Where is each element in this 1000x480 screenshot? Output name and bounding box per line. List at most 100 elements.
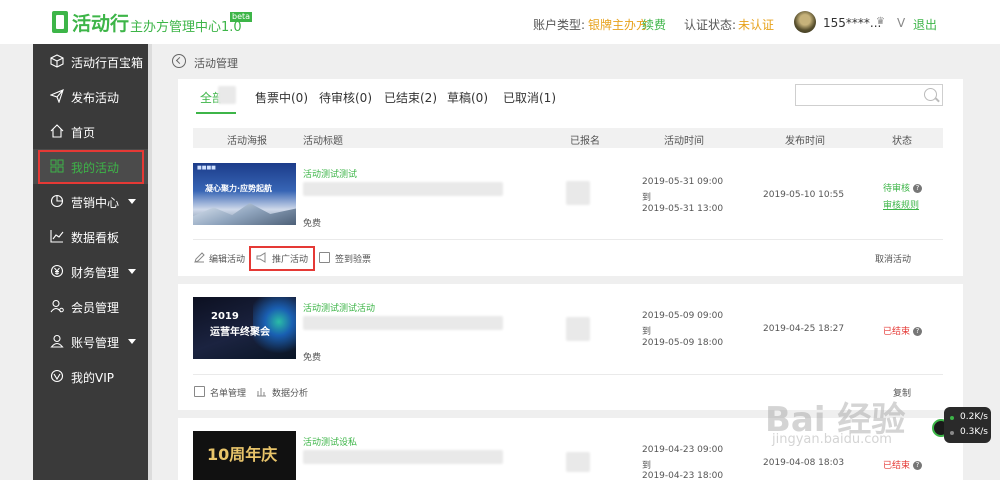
- sidebar-item-account[interactable]: 账号管理: [33, 324, 148, 359]
- event-poster[interactable]: 10周年庆: [193, 431, 296, 480]
- search-input[interactable]: [795, 84, 943, 106]
- sidebar-item-vip[interactable]: 我的VIP: [33, 359, 148, 394]
- redacted-registered: [566, 452, 590, 472]
- poster-headline: 运营年终聚会: [210, 327, 270, 338]
- event-title[interactable]: 活动测试设私: [303, 435, 357, 448]
- sidebar-item-home[interactable]: 首页: [33, 114, 148, 149]
- sidebar-item-members[interactable]: 会员管理: [33, 289, 148, 324]
- col-status: 状态: [892, 136, 912, 147]
- sidebar-item-toolbox[interactable]: 活动行百宝箱: [33, 44, 148, 79]
- poster-year: 2019: [211, 311, 239, 322]
- logo-title[interactable]: 活动行: [72, 9, 129, 36]
- tab-pending-review[interactable]: 待审核(0): [319, 89, 372, 106]
- event-poster[interactable]: ■■■■ 凝心聚力·应势起航: [193, 163, 296, 225]
- event-price: 免费: [303, 353, 322, 363]
- bar-chart-icon: [256, 386, 267, 397]
- breadcrumb: 活动管理: [194, 57, 238, 70]
- help-icon[interactable]: ?: [913, 184, 923, 193]
- redacted-info: [303, 450, 503, 464]
- tab-drafts[interactable]: 草稿(0): [447, 89, 488, 106]
- col-event-time: 活动时间: [664, 136, 704, 147]
- cancel-event-button[interactable]: 取消活动: [875, 252, 911, 265]
- event-end-time: 2019-04-23 18:00: [642, 471, 724, 480]
- auth-status-value: 未认证: [738, 18, 775, 32]
- crown-icon: ♛: [876, 16, 885, 27]
- event-poster[interactable]: 2019 运营年终聚会: [193, 297, 296, 359]
- sidebar-item-label: 首页: [71, 126, 96, 140]
- send-icon: [49, 89, 64, 104]
- trend-chart-icon: [50, 229, 64, 243]
- redacted-info: [303, 316, 503, 330]
- logout-link[interactable]: 退出: [913, 16, 937, 33]
- sidebar-item-label: 活动行百宝箱: [71, 56, 144, 70]
- box-icon: [50, 54, 64, 68]
- redacted-count: [218, 86, 236, 104]
- sidebar-item-label: 营销中心: [71, 196, 120, 210]
- yen-icon: [50, 264, 64, 278]
- renew-link[interactable]: 续费: [642, 16, 666, 33]
- status-text: 已结束: [883, 327, 911, 337]
- sidebar-item-dashboard[interactable]: 数据看板: [33, 219, 148, 254]
- beta-badge: beta: [230, 12, 253, 22]
- sidebar-item-publish[interactable]: 发布活动: [33, 79, 148, 114]
- help-icon[interactable]: ?: [913, 461, 923, 470]
- search-icon[interactable]: [924, 88, 937, 101]
- logo-subtitle: 主办方管理中心1.0: [130, 20, 242, 35]
- checkin-verify-button[interactable]: 签到验票: [335, 252, 371, 265]
- member-icon: [50, 299, 64, 313]
- sidebar-item-label: 我的VIP: [71, 371, 114, 385]
- back-icon[interactable]: [172, 54, 186, 68]
- event-end-time: 2019-05-09 18:00: [642, 338, 724, 348]
- tab-ended[interactable]: 已结束(2): [384, 89, 437, 106]
- upload-dot-icon: [950, 416, 954, 420]
- poster-headline: 10周年庆: [207, 445, 278, 464]
- sidebar-scrollbar[interactable]: [148, 44, 152, 480]
- event-title[interactable]: 活动测试测试: [303, 167, 357, 180]
- sidebar-item-finance[interactable]: 财务管理: [33, 254, 148, 289]
- chevron-down-icon: [128, 339, 136, 344]
- redacted-registered: [566, 181, 590, 205]
- tab-cancelled[interactable]: 已取消(1): [503, 89, 556, 106]
- col-registered: 已报名: [570, 136, 600, 147]
- sidebar-item-label: 账号管理: [71, 336, 120, 350]
- vip-icon: [50, 369, 64, 383]
- review-rules-link[interactable]: 审核规则: [883, 198, 919, 211]
- highlight-box-promote: [249, 246, 315, 271]
- highlight-box-my-events: [38, 150, 144, 184]
- chevron-down-icon: [128, 269, 136, 274]
- top-header: 活动行 主办方管理中心1.0 beta 账户类型: 银牌主办方 续费 认证状态:…: [0, 0, 1000, 44]
- data-analysis-button[interactable]: 数据分析: [272, 386, 308, 399]
- checkin-icon: [319, 252, 330, 263]
- sidebar-item-label: 会员管理: [71, 301, 120, 315]
- account-type-label: 账户类型:: [533, 18, 586, 32]
- card-divider: [193, 239, 943, 240]
- status-text: 已结束: [883, 461, 911, 471]
- event-time-to: 到: [642, 461, 652, 471]
- logo-icon: [52, 11, 68, 33]
- sidebar-item-marketing[interactable]: 营销中心: [33, 184, 148, 219]
- edit-event-button[interactable]: 编辑活动: [209, 252, 245, 265]
- user-phone: 155****...: [823, 16, 882, 30]
- help-icon[interactable]: ?: [913, 327, 923, 336]
- poster-brand: ■■■■: [197, 165, 216, 171]
- account-type-value: 银牌主办方: [588, 18, 649, 32]
- redacted-registered: [566, 317, 590, 341]
- tab-on-sale[interactable]: 售票中(0): [255, 89, 308, 106]
- user-icon: [50, 334, 64, 348]
- watermark-url: jingyan.baidu.com: [772, 432, 892, 447]
- card-divider: [193, 374, 943, 375]
- home-icon: [50, 124, 64, 138]
- download-speed: 0.3K/s: [960, 427, 988, 437]
- attendee-list-button[interactable]: 名单管理: [210, 386, 246, 399]
- sidebar-item-label: 数据看板: [71, 231, 120, 245]
- event-time-to: 到: [642, 327, 652, 337]
- download-dot-icon: [950, 431, 954, 435]
- event-publish-time: 2019-04-08 18:03: [763, 458, 845, 468]
- avatar[interactable]: [794, 11, 816, 33]
- event-title[interactable]: 活动测试测试活动: [303, 301, 375, 314]
- event-start-time: 2019-04-23 09:00: [642, 445, 724, 455]
- event-time-to: 到: [642, 193, 652, 203]
- event-publish-time: 2019-04-25 18:27: [763, 324, 845, 334]
- pie-chart-icon: [50, 194, 64, 208]
- network-speed-widget[interactable]: 0.2K/s 0.3K/s: [944, 407, 991, 443]
